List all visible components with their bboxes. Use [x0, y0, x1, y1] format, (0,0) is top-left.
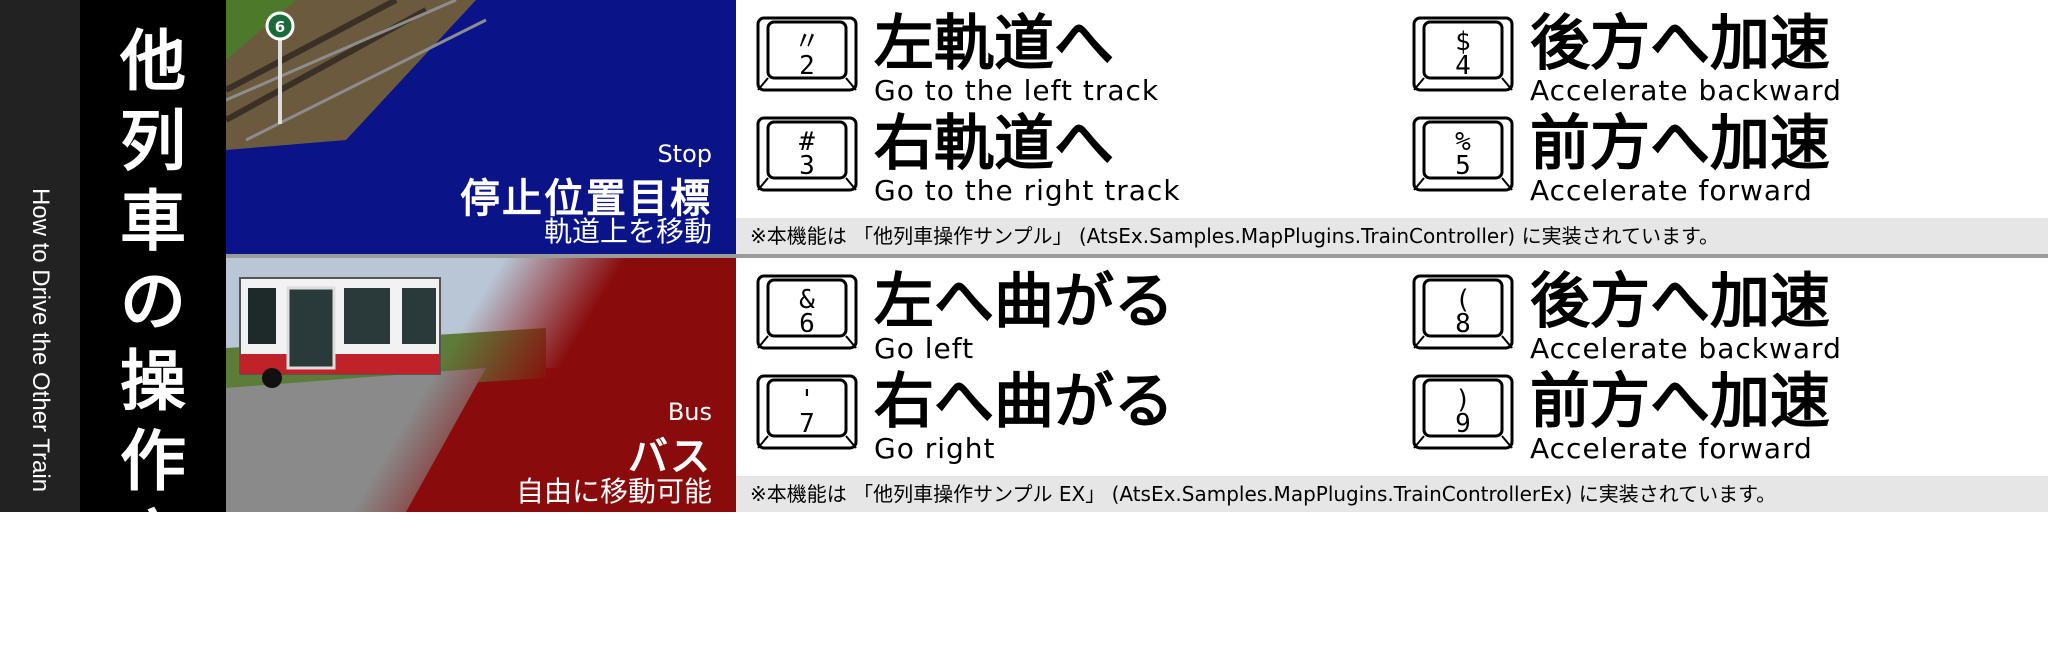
control-jp-label: 左軌道へ: [874, 9, 1114, 79]
control-accelerate-forward: % 5 前方へ加速 Accelerate forward: [1392, 108, 2032, 206]
control-en-label: Go right: [874, 432, 996, 465]
control-en-label: Accelerate backward: [1530, 332, 1842, 365]
bus-label-en: Bus: [667, 398, 712, 426]
key-bottom-label: 7: [799, 409, 815, 439]
stop-subtitle: 軌道上を移動: [543, 215, 712, 248]
keyboard-key-icon: #3: [756, 116, 858, 192]
control-right-track: #3 右軌道へ Go to the right track: [736, 108, 1376, 206]
implementation-note: ※本機能は 「他列車操作サンプル」 (AtsEx.Samples.MapPlug…: [736, 218, 2048, 254]
keyboard-key-icon: & 6: [756, 274, 858, 350]
keyboard-key-icon: ) 9: [1412, 374, 1514, 450]
key-bottom-label: 5: [1455, 151, 1471, 181]
control-go-right: ' 7 右へ曲がる Go right: [736, 366, 1376, 464]
section-bus: Bus バス 自由に移動可能 & 6 左へ曲がる Go left (8 後方へ加速…: [226, 258, 2048, 512]
keyboard-key-icon: ' 7: [756, 374, 858, 450]
control-en-label: Go to the right track: [874, 174, 1181, 207]
control-go-left: & 6 左へ曲がる Go left: [736, 266, 1376, 364]
control-en-label: Accelerate forward: [1530, 174, 1813, 207]
control-accelerate-backward: $4 後方へ加速 Accelerate backward: [1392, 8, 2032, 106]
keyboard-key-icon: (8: [1412, 274, 1514, 350]
key-bottom-label: 2: [799, 51, 815, 81]
bus-controls: & 6 左へ曲がる Go left (8 後方へ加速 Accelerate bac…: [736, 258, 2048, 476]
keyboard-key-icon: 〃 2: [756, 16, 858, 92]
control-jp-label: 前方へ加速: [1530, 109, 1830, 179]
key-bottom-label: 8: [1455, 309, 1471, 339]
control-en-label: Go to the left track: [874, 74, 1160, 107]
keyboard-key-icon: % 5: [1412, 116, 1514, 192]
implementation-note: ※本機能は 「他列車操作サンプル EX」 (AtsEx.Samples.MapP…: [736, 476, 2048, 512]
control-jp-label: 後方へ加速: [1530, 267, 1830, 337]
section-stop: 6 Stop 停止位置目標 軌道上を移動 〃 2 左軌道へ Go to the l…: [226, 0, 2048, 254]
control-jp-label: 前方へ加速: [1530, 367, 1830, 437]
page-title: 他列車の操作方法: [120, 23, 186, 660]
control-jp-label: 左へ曲がる: [874, 267, 1174, 337]
svg-text:6: 6: [275, 18, 285, 36]
key-bottom-label: 4: [1455, 51, 1471, 81]
key-bottom-label: 6: [799, 309, 815, 339]
control-jp-label: 後方へ加速: [1530, 9, 1830, 79]
sidebar: How to Drive the Other Train: [0, 0, 80, 512]
key-bottom-label: 3: [799, 151, 815, 181]
stop-label-en: Stop: [657, 140, 712, 168]
bus-panel: Bus バス 自由に移動可能: [226, 258, 736, 512]
control-en-label: Go left: [874, 332, 975, 365]
control-left-track: 〃 2 左軌道へ Go to the left track: [736, 8, 1376, 106]
sidebar-subtitle: How to Drive the Other Train: [27, 187, 54, 493]
control-jp-label: 右へ曲がる: [874, 367, 1174, 437]
control-jp-label: 右軌道へ: [874, 109, 1114, 179]
title-column: 他列車の操作方法: [80, 0, 226, 660]
bus-subtitle: 自由に移動可能: [515, 475, 712, 508]
keyboard-key-icon: $4: [1412, 16, 1514, 92]
control-accelerate-backward: (8 後方へ加速 Accelerate backward: [1392, 266, 2032, 364]
stop-controls: 〃 2 左軌道へ Go to the left track $4 後方へ加速 Ac…: [736, 0, 2048, 218]
control-en-label: Accelerate forward: [1530, 432, 1813, 465]
key-bottom-label: 9: [1455, 409, 1471, 439]
control-accelerate-forward: ) 9 前方へ加速 Accelerate forward: [1392, 366, 2032, 464]
stop-panel: 6 Stop 停止位置目標 軌道上を移動: [226, 0, 736, 254]
control-en-label: Accelerate backward: [1530, 74, 1842, 107]
